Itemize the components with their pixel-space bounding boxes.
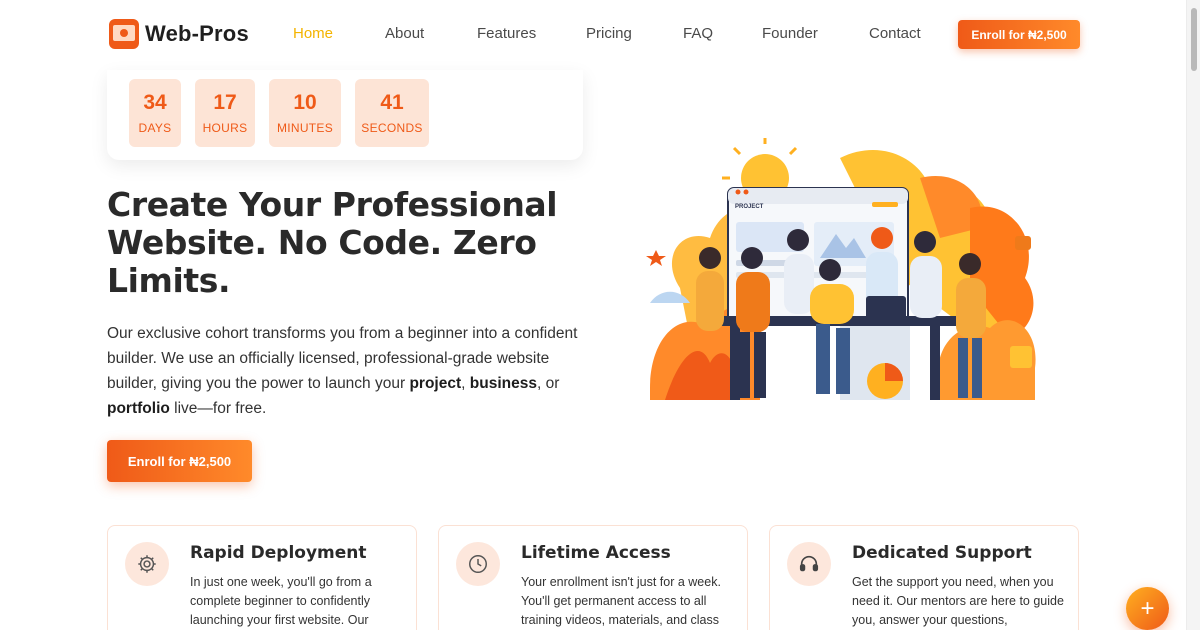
nav-link-home[interactable]: Home [293, 25, 333, 42]
countdown-minutes: 10 MINUTES [269, 79, 341, 147]
feature-title: Rapid Deployment [190, 543, 367, 563]
nav-link-pricing[interactable]: Pricing [586, 25, 632, 42]
countdown-hours: 17 HOURS [195, 79, 255, 147]
clock-icon [456, 542, 500, 586]
nav-link-features[interactable]: Features [477, 25, 536, 42]
floating-add-button[interactable]: + [1126, 587, 1169, 630]
feature-text: In just one week, you'll go from a compl… [190, 575, 372, 627]
hero-comma-2: , or [536, 375, 560, 392]
hero-enroll-button[interactable]: Enroll for ₦2,500 [107, 440, 252, 482]
hero-bold-business: business [469, 375, 537, 392]
countdown-seconds-label: SECONDS [361, 121, 423, 135]
countdown-seconds-value: 41 [380, 91, 404, 114]
nav-link-faq[interactable]: FAQ [683, 25, 713, 42]
hero-comma-1: , [461, 375, 470, 392]
countdown-minutes-label: MINUTES [276, 121, 334, 135]
hero-description: Our exclusive cohort transforms you from… [107, 321, 587, 421]
monitor-sign-text: PROJECT [735, 204, 764, 210]
headset-icon [787, 542, 831, 586]
hero-bold-project: project [409, 375, 462, 392]
countdown-minutes-value: 10 [293, 91, 317, 114]
nav-link-contact[interactable]: Contact [869, 25, 921, 42]
hero-title: Create Your Professional Website. No Cod… [107, 185, 558, 300]
countdown-days-label: DAYS [138, 121, 172, 135]
countdown-days-value: 34 [143, 91, 167, 114]
top-navbar: Web-Pros Home About Features Pricing FAQ… [0, 0, 1186, 70]
countdown-seconds: 41 SECONDS [355, 79, 429, 147]
countdown-days: 34 DAYS [129, 79, 181, 147]
hero-illustration: PROJECT [646, 138, 1036, 400]
scrollbar-thumb[interactable] [1191, 8, 1197, 71]
feature-title: Lifetime Access [521, 543, 671, 563]
feature-text: Your enrollment isn't just for a week. Y… [521, 575, 721, 627]
feature-card-dedicated-support: Dedicated Support Get the support you ne… [769, 525, 1079, 630]
nav-link-founder[interactable]: Founder [762, 25, 818, 42]
countdown-hours-value: 17 [213, 91, 237, 114]
gear-icon [125, 542, 169, 586]
nav-enroll-button[interactable]: Enroll for ₦2,500 [958, 20, 1080, 49]
countdown-timer: 34 DAYS 17 HOURS 10 MINUTES 41 SECONDS [107, 70, 583, 160]
feature-card-rapid-deployment: Rapid Deployment In just one week, you'l… [107, 525, 417, 630]
feature-card-lifetime-access: Lifetime Access Your enrollment isn't ju… [438, 525, 748, 630]
countdown-hours-label: HOURS [202, 121, 248, 135]
hero-bold-portfolio: portfolio [107, 400, 170, 417]
nav-link-about[interactable]: About [385, 25, 424, 42]
feature-title: Dedicated Support [852, 543, 1032, 563]
feature-text: Get the support you need, when you need … [852, 575, 1064, 627]
hero-text-end: live—for free. [169, 400, 267, 417]
page-scrollbar[interactable] [1186, 0, 1200, 630]
